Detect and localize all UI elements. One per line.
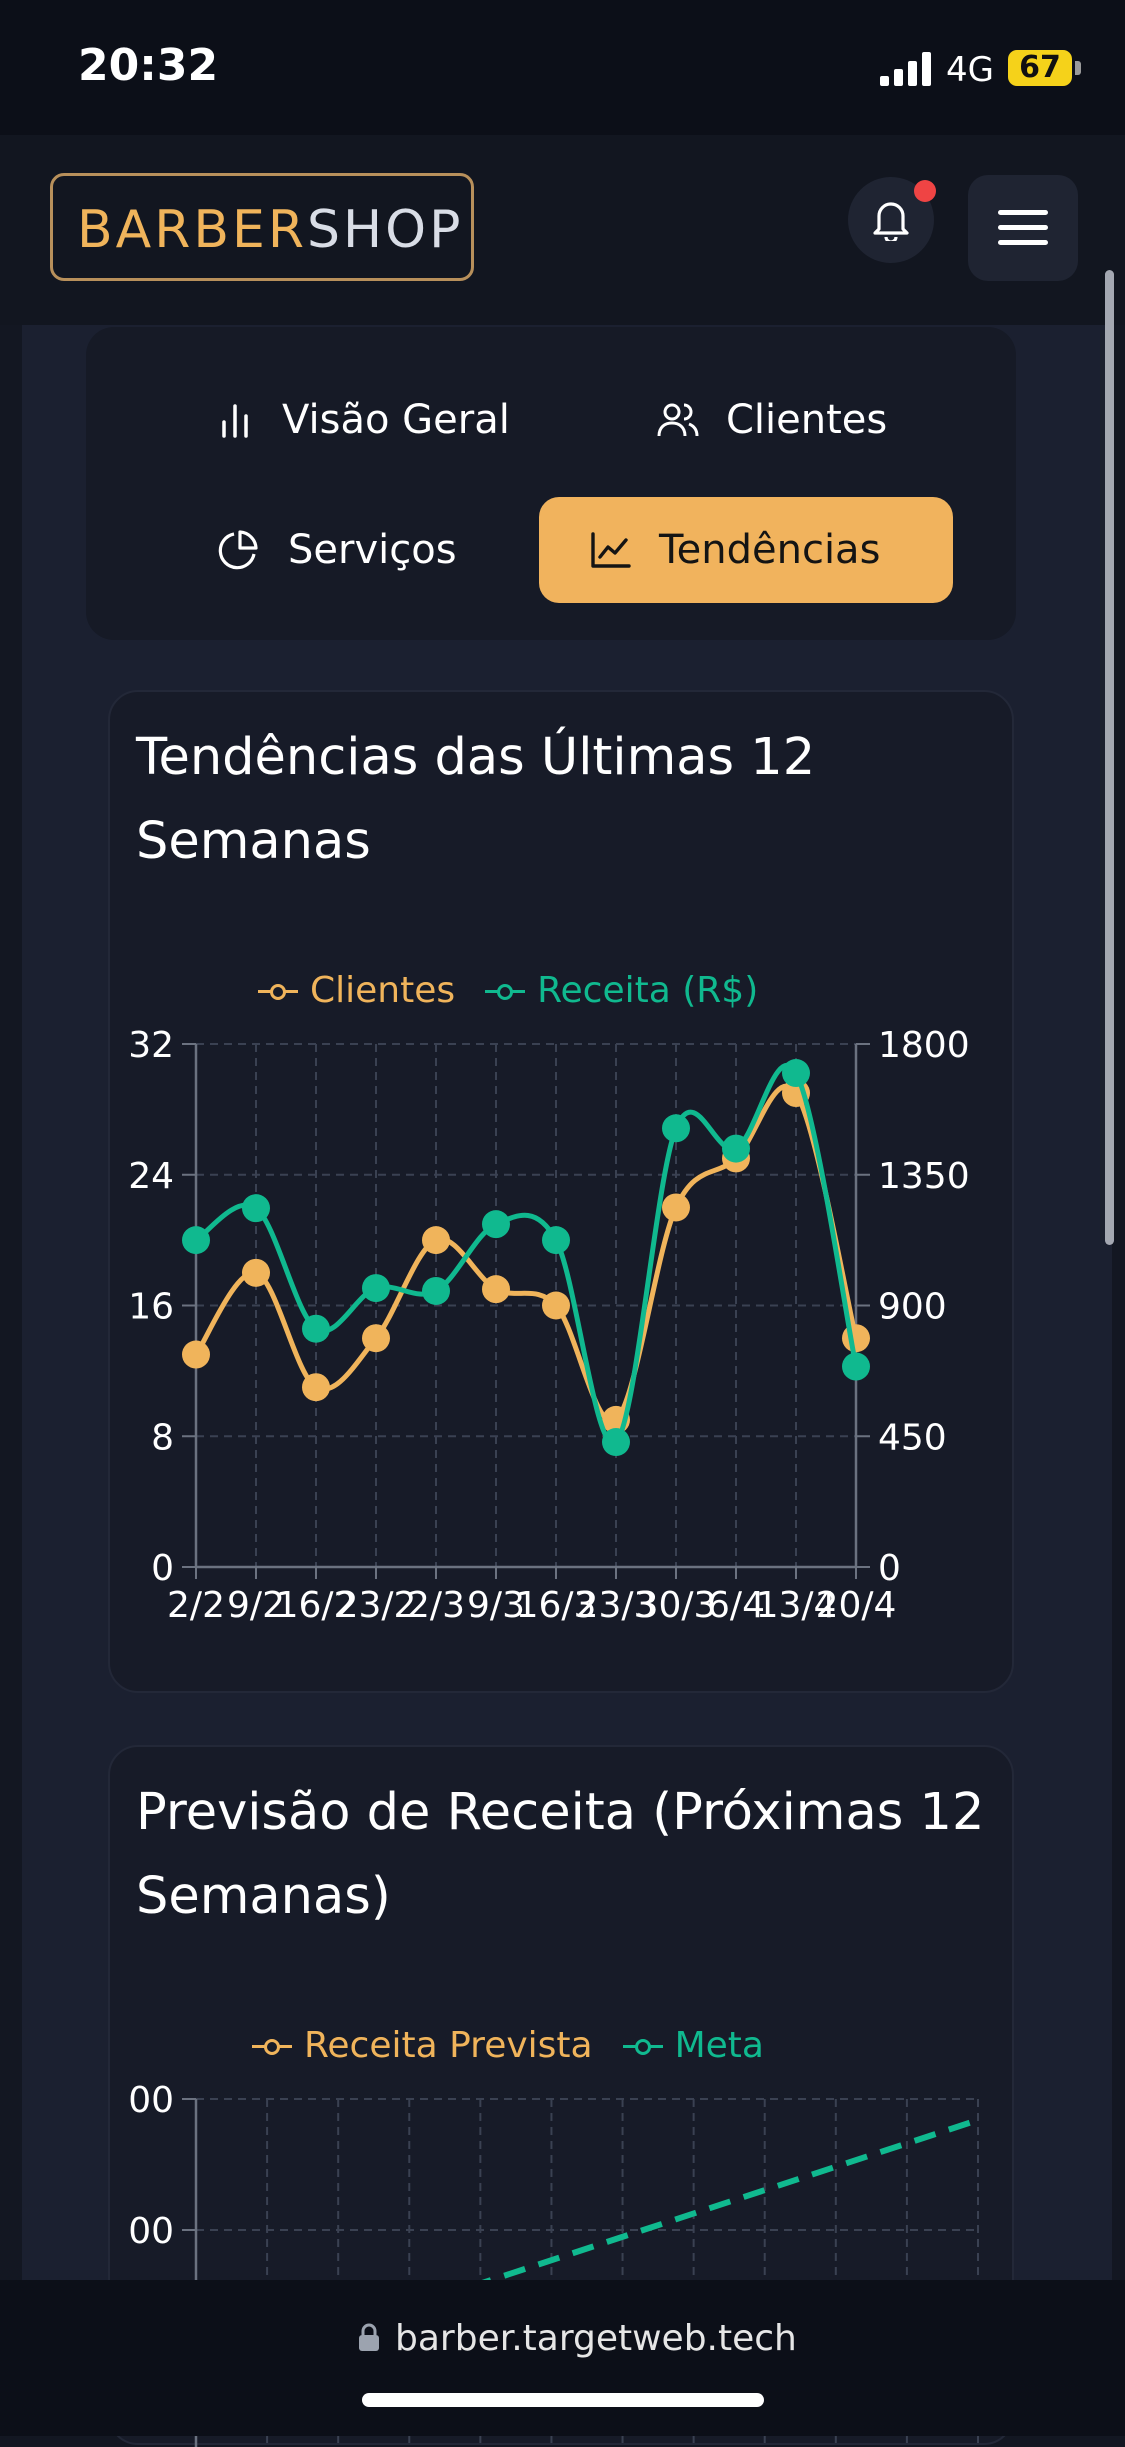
x-tick-label: 23/2 [336,1585,417,1626]
status-time: 20:32 [78,40,219,91]
y-right-tick-label: 450 [878,1417,947,1458]
x-tick-label: 2/2 [167,1585,225,1626]
y-left-tick-label: 8 [151,1417,174,1458]
tab-label: Serviços [288,527,457,573]
url-field[interactable]: barber.targetweb.tech [395,2318,797,2359]
data-point-clientes [422,1226,450,1255]
data-point-clientes [242,1258,270,1287]
tab-panel: Visão Geral Clientes Serviços Tendências [86,327,1016,640]
trends-chart: 0 08 45016 90024 135032 18002/2 9/216/223/22/3… [128,1025,970,1626]
trends-card: Tendências das Últimas 12 Semanas Client… [108,690,1014,1693]
tab-label: Clientes [726,397,888,443]
status-bar: 20:32 4G 67 [0,0,1125,135]
data-point-receita [602,1428,630,1457]
scrollbar[interactable] [1105,270,1114,1245]
notification-dot [914,180,936,202]
bell-icon [873,202,909,241]
data-point-receita [362,1274,390,1303]
tab-label: Visão Geral [282,397,510,443]
data-point-receita [842,1352,870,1381]
data-point-receita [242,1194,270,1223]
y-left-tick-label: 24 [128,1156,174,1197]
data-point-clientes [842,1324,870,1353]
logo-text: BARBERSHOP [77,200,463,260]
data-point-receita [422,1276,450,1305]
data-point-receita [302,1314,330,1343]
hamburger-icon [998,210,1048,245]
data-point-clientes [482,1275,510,1304]
home-indicator[interactable] [362,2393,764,2407]
data-point-receita [482,1210,510,1239]
barbershop-logo[interactable]: BARBERSHOP [50,173,474,281]
y-right-tick-label: 900 [878,1287,947,1328]
battery-level: 67 [1019,50,1061,85]
x-tick-label: 20/4 [816,1585,897,1626]
data-point-clientes [362,1324,390,1353]
y-left-tick-label: 0 [151,1548,174,1589]
bar-chart-icon [222,404,248,438]
tab-label: Tendências [659,527,881,573]
series-line-clientes [193,1083,859,1425]
data-point-receita [722,1134,750,1163]
y-left-tick-label: 32 [128,1025,174,1066]
battery-nub [1075,61,1081,75]
y-right-tick-label: 1800 [878,1025,970,1066]
data-point-clientes [662,1193,690,1222]
users-icon [657,403,699,437]
pie-chart-icon [218,530,258,570]
series-line-meta [469,2117,979,2290]
y-left-tick-label: 16 [128,1287,174,1328]
network-label: 4G [946,50,994,90]
tab-clientes[interactable]: Clientes [656,367,916,473]
logo-part-shop: SHOP [307,200,464,260]
signal-icon [880,52,931,86]
y-right-tick-label: 1350 [878,1156,970,1197]
menu-button[interactable] [968,175,1078,281]
tab-visao-geral[interactable]: Visão Geral [216,367,510,473]
logo-part-barber: BARBER [77,200,308,260]
y-tick-label: 00 [128,2211,174,2252]
y-right-tick-label: 0 [878,1548,901,1589]
lock-icon [359,2323,379,2351]
line-chart-icon [591,532,631,568]
data-point-receita [662,1114,690,1143]
data-point-clientes [542,1291,570,1320]
app-header: BARBERSHOP [0,135,1125,325]
x-tick-label: 30/3 [636,1585,717,1626]
x-tick-label: 2/3 [407,1585,465,1626]
tab-servicos[interactable]: Serviços [216,497,457,603]
data-point-clientes [182,1340,210,1369]
data-point-clientes [302,1373,330,1402]
y-tick-label: 00 [128,2080,174,2121]
data-point-receita [542,1226,570,1255]
data-point-receita [182,1226,210,1255]
tab-tendencias[interactable]: Tendências [539,497,953,603]
data-point-receita [782,1059,810,1088]
battery-icon: 67 [1008,50,1072,86]
